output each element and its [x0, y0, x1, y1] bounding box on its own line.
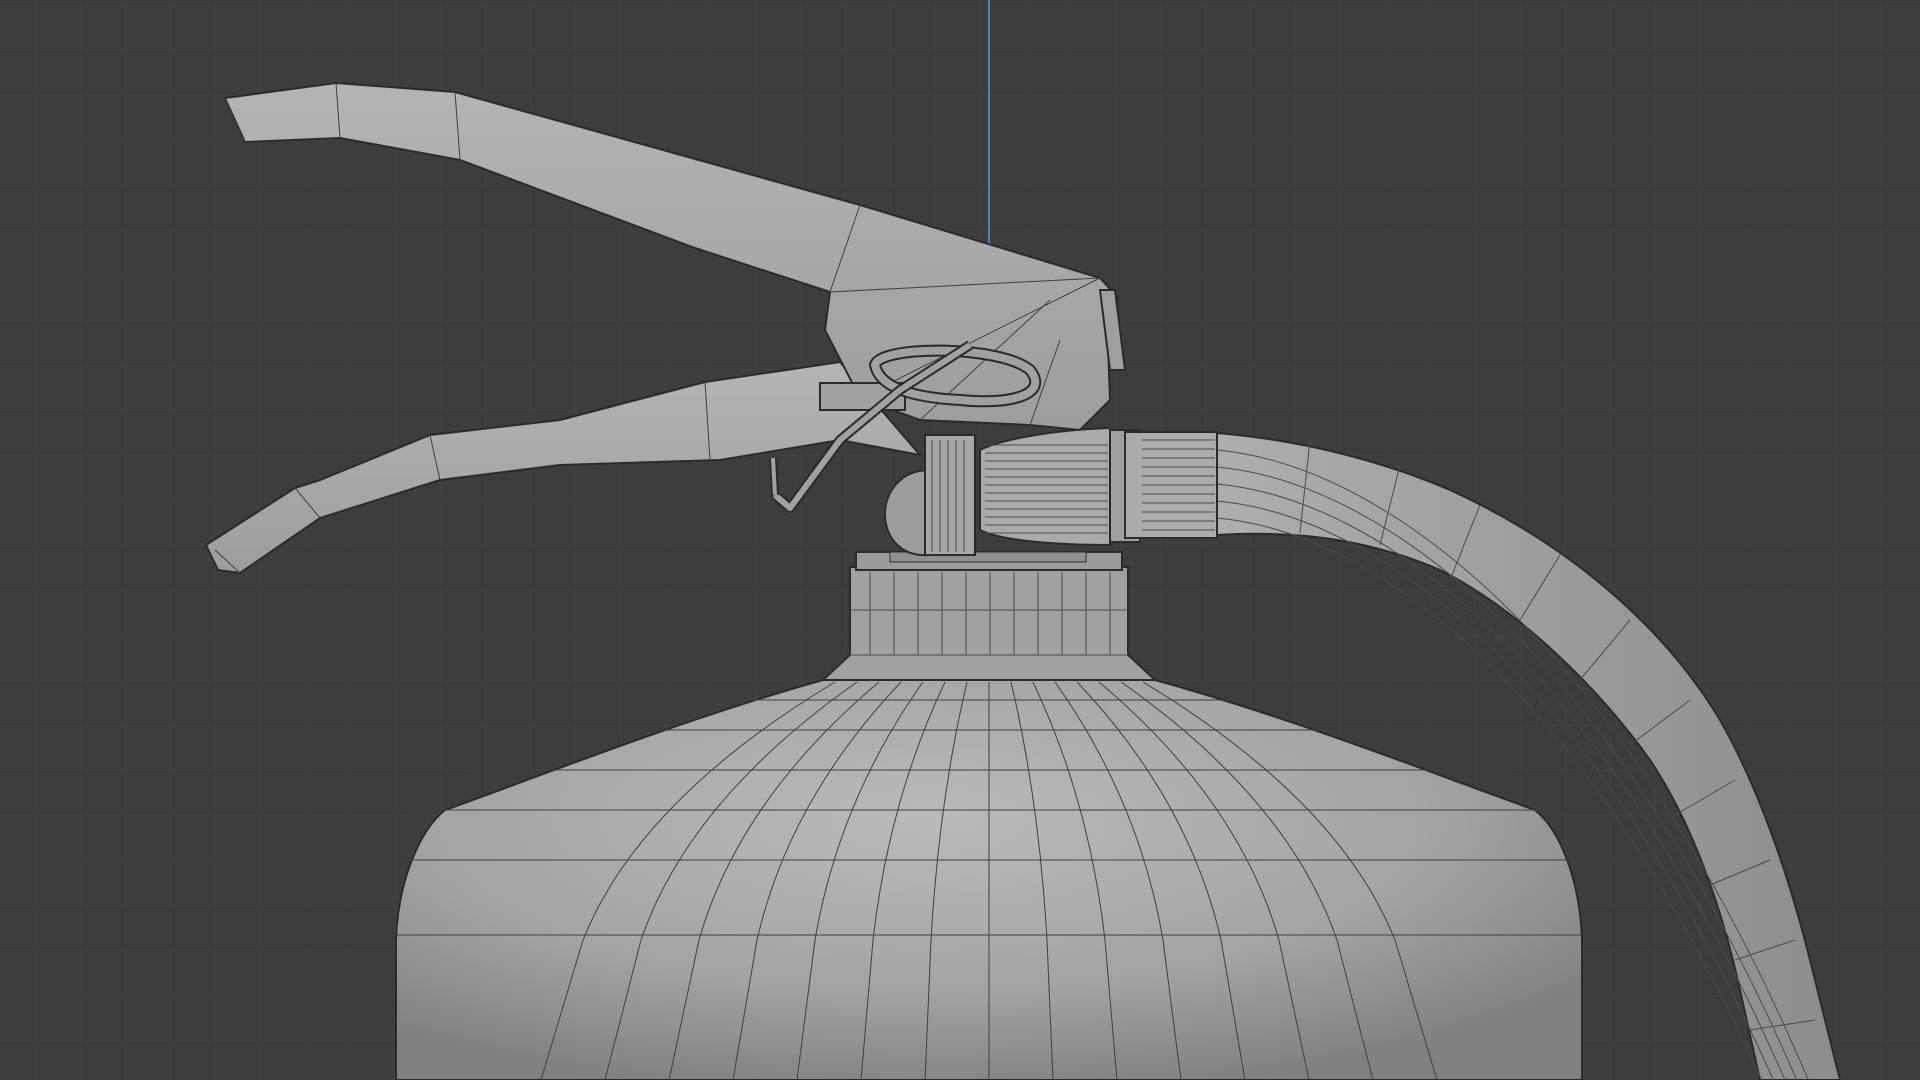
3d-viewport[interactable] [0, 0, 1920, 1080]
neck-collar[interactable] [820, 551, 1158, 681]
viewport-scene[interactable] [0, 0, 1920, 1080]
hose-coupling[interactable] [1109, 429, 1218, 543]
